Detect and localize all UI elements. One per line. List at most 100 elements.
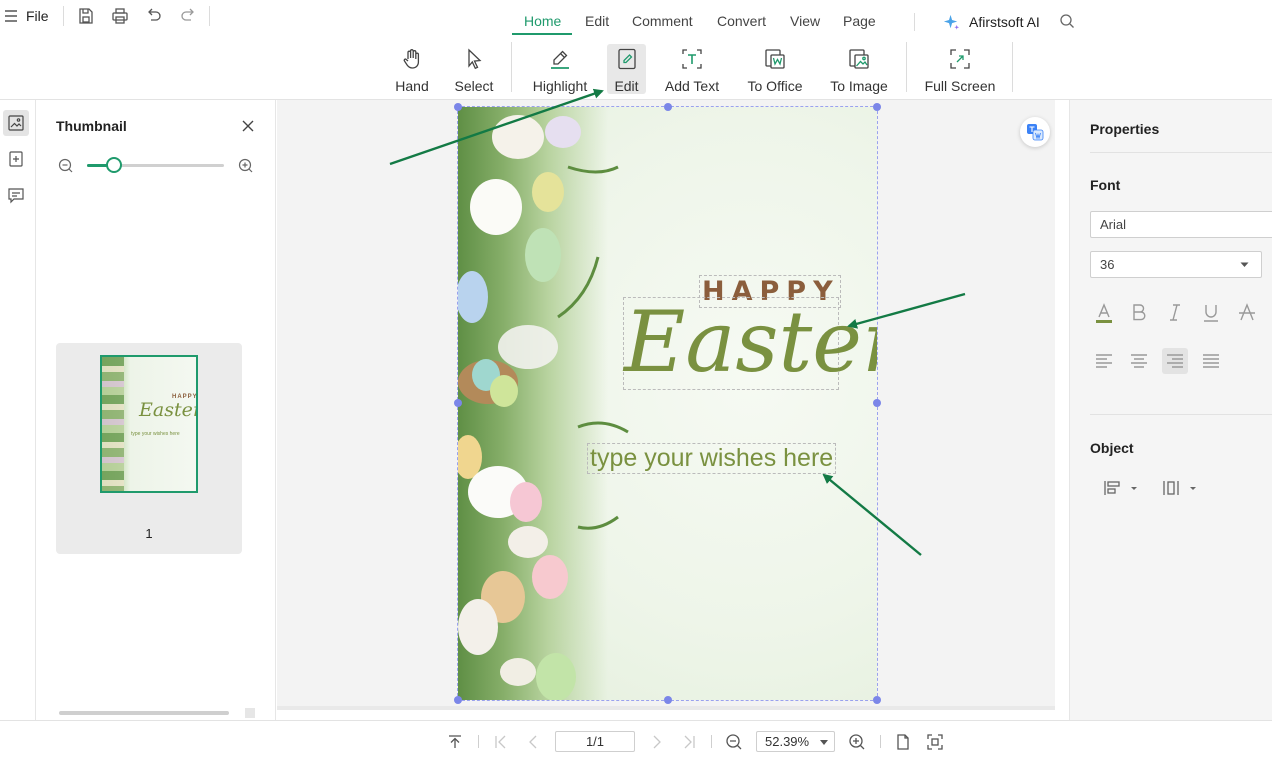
full-screen-tool-button[interactable]: Full Screen [924, 44, 996, 94]
align-left-button[interactable] [1091, 348, 1117, 374]
thumbnail-easter-text: Easter [139, 399, 198, 421]
page-thumbnail[interactable]: HAPPY Easter type your wishes here 1 [56, 343, 242, 554]
highlight-tool-button[interactable]: Highlight [530, 44, 590, 94]
page-number-value: 1/1 [585, 734, 605, 749]
undo-icon[interactable] [144, 6, 164, 26]
zoom-level-select[interactable]: 52.39% [756, 731, 835, 752]
zoom-in-icon[interactable] [848, 733, 866, 751]
font-size-select[interactable]: 36 [1090, 251, 1262, 278]
font-family-value: Arial [1100, 217, 1127, 232]
italic-button[interactable] [1162, 300, 1188, 326]
bold-button[interactable] [1126, 300, 1152, 326]
to-office-icon [763, 47, 787, 71]
font-color-button[interactable] [1091, 300, 1117, 326]
thumbnail-panel-title: Thumbnail [56, 118, 127, 134]
zoom-out-icon[interactable] [725, 733, 743, 751]
tab-home-underline [512, 33, 572, 35]
resize-handle-top-right[interactable] [873, 103, 881, 111]
tab-comment[interactable]: Comment [632, 13, 693, 29]
distribute-objects-dropdown[interactable] [1162, 478, 1202, 498]
align-objects-dropdown[interactable] [1103, 478, 1143, 498]
cursor-arrow-icon [462, 47, 486, 71]
resize-handle-top-left[interactable] [454, 103, 462, 111]
resize-handle-middle-left[interactable] [454, 399, 462, 407]
tab-home[interactable]: Home [524, 13, 561, 29]
first-page-icon[interactable] [492, 733, 510, 751]
divider [1090, 152, 1272, 153]
divider [1090, 414, 1272, 415]
divider [906, 42, 907, 92]
to-office-tool-button[interactable]: To Office [742, 44, 808, 94]
canvas-scrollbar-bottom[interactable] [277, 706, 1055, 710]
resize-handle-bottom-left[interactable] [454, 696, 462, 704]
afirstsoft-ai-button[interactable]: Afirstsoft AI [942, 11, 1040, 33]
search-icon[interactable] [1059, 13, 1075, 29]
zoom-level-value: 52.39% [765, 734, 810, 749]
sparkle-icon [942, 13, 961, 32]
zoom-out-icon[interactable] [58, 158, 73, 173]
resize-handle-bottom-right[interactable] [873, 696, 881, 704]
to-image-tool-label: To Image [830, 78, 888, 94]
properties-title: Properties [1090, 121, 1160, 137]
full-screen-tool-label: Full Screen [924, 78, 996, 94]
tab-page[interactable]: Page [843, 13, 876, 29]
zoom-in-icon[interactable] [238, 158, 253, 173]
highlighter-pen-icon [548, 47, 572, 71]
thumbnail-wishes-text: type your wishes here [131, 431, 180, 437]
bookmark-panel-button[interactable] [3, 146, 29, 172]
divider [914, 13, 915, 31]
next-page-icon[interactable] [648, 733, 666, 751]
to-office-tool-label: To Office [747, 78, 803, 94]
font-section-title: Font [1090, 177, 1121, 193]
align-center-button[interactable] [1126, 348, 1152, 374]
resize-handle-bottom-center[interactable] [664, 696, 672, 704]
font-family-field[interactable]: Arial [1090, 211, 1272, 238]
resize-handle-middle-right[interactable] [873, 399, 881, 407]
align-right-button[interactable] [1162, 348, 1188, 374]
thumbnail-panel-button[interactable] [3, 110, 29, 136]
divider [880, 735, 881, 748]
page-number-input[interactable]: 1/1 [555, 731, 635, 752]
full-screen-icon [948, 47, 972, 71]
fit-page-icon[interactable] [926, 733, 944, 751]
align-justify-button[interactable] [1198, 348, 1224, 374]
add-text-tool-label: Add Text [664, 78, 720, 94]
underline-button[interactable] [1198, 300, 1224, 326]
last-page-icon[interactable] [680, 733, 698, 751]
font-size-value: 36 [1100, 257, 1115, 272]
single-page-view-icon[interactable] [894, 733, 912, 751]
close-icon[interactable] [241, 119, 255, 133]
resize-handle-top-center[interactable] [664, 103, 672, 111]
tab-edit[interactable]: Edit [585, 13, 609, 29]
chevron-down-icon [1240, 262, 1249, 268]
redo-icon[interactable] [178, 6, 198, 26]
page-thumbnail-number: 1 [145, 526, 153, 541]
thumbnail-zoom-knob[interactable] [106, 157, 123, 173]
edit-tool-button[interactable]: Edit [607, 44, 646, 94]
select-tool-button[interactable]: Select [450, 44, 498, 94]
to-image-icon [847, 47, 871, 71]
document-canvas[interactable]: HAPPY Easter type your wishes here [277, 100, 1055, 710]
hand-tool-button[interactable]: Hand [390, 44, 434, 94]
add-text-tool-button[interactable]: Add Text [660, 44, 724, 94]
divider [478, 735, 479, 748]
comment-panel-button[interactable] [3, 182, 29, 208]
to-image-tool-button[interactable]: To Image [828, 44, 890, 94]
thumbnail-zoom-slider[interactable] [87, 157, 224, 173]
strikethrough-button[interactable] [1234, 300, 1260, 326]
tab-convert[interactable]: Convert [717, 13, 766, 29]
translate-button[interactable] [1020, 117, 1050, 147]
hamburger-icon [4, 10, 18, 22]
file-menu[interactable]: File [4, 6, 49, 26]
object-section-title: Object [1090, 440, 1134, 456]
left-icon-rail [0, 100, 36, 720]
scrollbar-corner [245, 708, 255, 718]
previous-page-icon[interactable] [524, 733, 542, 751]
properties-panel: Properties Font Arial 36 Object [1069, 100, 1272, 720]
top-toolbar: File Home Edit Comment Convert View Page… [0, 0, 1272, 100]
tab-view[interactable]: View [790, 13, 820, 29]
go-to-top-icon[interactable] [446, 733, 464, 751]
thumbnail-horizontal-scrollbar[interactable] [59, 711, 229, 715]
print-icon[interactable] [110, 6, 130, 26]
save-icon[interactable] [76, 6, 96, 26]
